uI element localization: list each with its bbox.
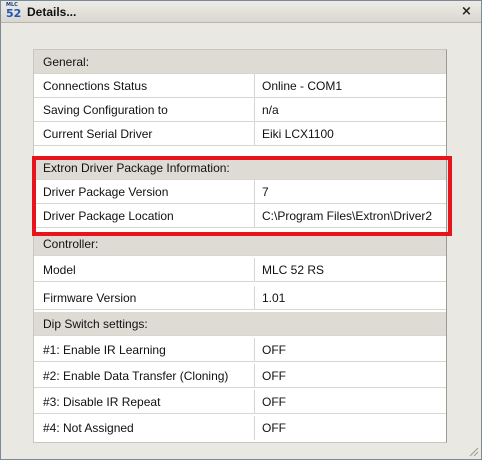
property-value: n/a — [262, 103, 279, 117]
property-label: #2: Enable Data Transfer (Cloning) — [34, 364, 255, 387]
property-value: 1.01 — [262, 291, 286, 305]
close-icon: × — [461, 4, 472, 19]
property-value: OFF — [262, 343, 286, 357]
section-header-label: Dip Switch settings: — [43, 317, 148, 331]
title-bar[interactable]: MLC 52 Details... × — [1, 1, 481, 23]
section-header-dip-switch: Dip Switch settings: — [34, 312, 446, 336]
property-label: Connections Status — [34, 74, 255, 97]
property-value: MLC 52 RS — [262, 263, 325, 277]
table-row[interactable]: Connections Status Online - COM1 — [34, 74, 446, 98]
table-row[interactable]: Firmware Version 1.01 — [34, 286, 446, 310]
table-row[interactable]: #1: Enable IR Learning OFF — [34, 338, 446, 362]
property-label: Current Serial Driver — [34, 122, 255, 145]
table-row[interactable]: Saving Configuration to n/a — [34, 98, 446, 122]
app-icon-bottom-text: 52 — [6, 7, 22, 20]
section-header-general: General: — [34, 50, 446, 74]
table-row[interactable]: Current Serial Driver Eiki LCX1100 — [34, 122, 446, 146]
resize-grip-icon[interactable] — [467, 445, 479, 457]
property-value: OFF — [262, 421, 286, 435]
property-label: Model — [34, 258, 255, 281]
property-label: #4: Not Assigned — [34, 416, 255, 440]
property-label: Saving Configuration to — [34, 98, 255, 121]
property-label: #1: Enable IR Learning — [34, 338, 255, 361]
details-window: MLC 52 Details... × General: Connections… — [0, 0, 482, 460]
property-value: OFF — [262, 369, 286, 383]
close-button[interactable]: × — [459, 4, 474, 19]
property-label: Firmware Version — [34, 286, 255, 309]
property-label: #3: Disable IR Repeat — [34, 390, 255, 413]
details-table[interactable]: General: Connections Status Online - COM… — [33, 49, 447, 443]
property-value: Online - COM1 — [262, 79, 343, 93]
table-row[interactable]: #2: Enable Data Transfer (Cloning) OFF — [34, 364, 446, 388]
table-row[interactable]: Model MLC 52 RS — [34, 258, 446, 282]
table-row[interactable]: #3: Disable IR Repeat OFF — [34, 390, 446, 414]
mlc-52-app-icon: MLC 52 — [6, 3, 24, 20]
red-highlight-box — [32, 156, 452, 236]
table-row[interactable]: #4: Not Assigned OFF — [34, 416, 446, 440]
property-value: OFF — [262, 395, 286, 409]
window-title: Details... — [27, 5, 77, 19]
property-value: Eiki LCX1100 — [262, 127, 334, 141]
section-header-label: General: — [43, 55, 90, 69]
